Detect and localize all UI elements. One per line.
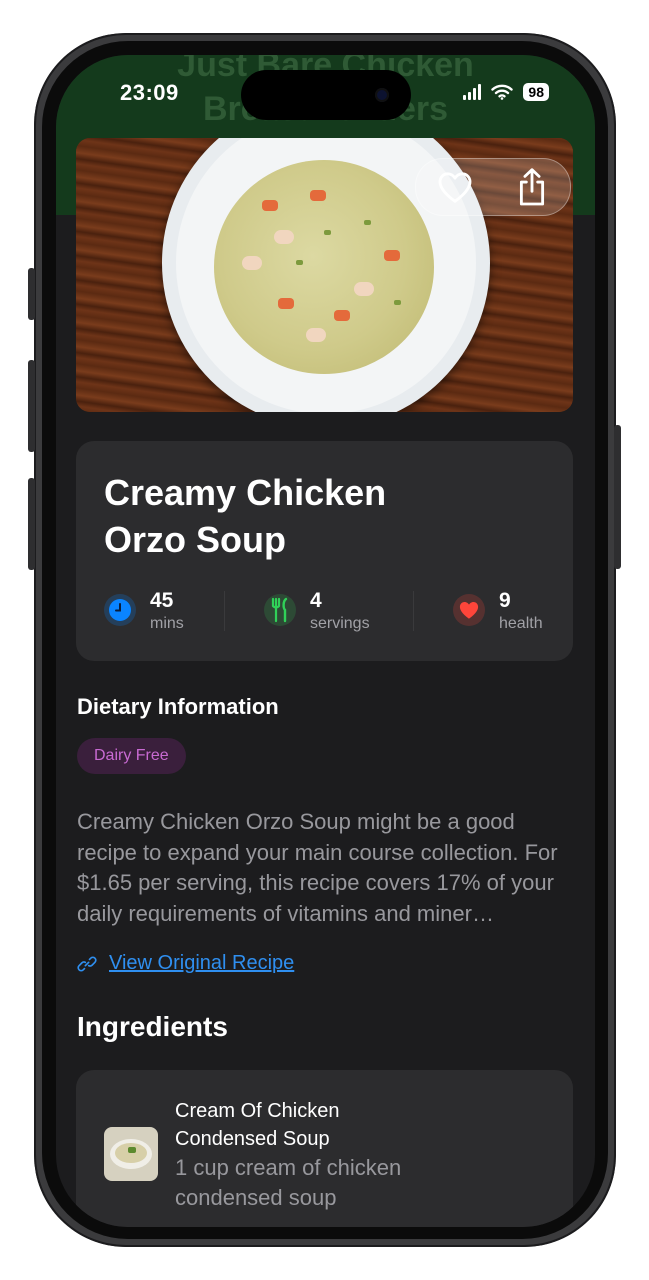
servings-value: 4 bbox=[310, 589, 322, 612]
ingredient-amount: 1 cup cream of chicken condensed soup bbox=[175, 1155, 402, 1210]
fork-knife-icon bbox=[264, 594, 296, 626]
share-icon bbox=[519, 168, 544, 206]
cellular-signal-icon bbox=[463, 84, 482, 100]
heart-outline-icon bbox=[438, 172, 471, 203]
screen: Just Bare Chicken Breast Tenders bbox=[56, 55, 595, 1227]
action-button bbox=[28, 268, 35, 320]
image-actions bbox=[415, 158, 571, 216]
time-unit: mins bbox=[150, 615, 184, 632]
health-unit: health bbox=[499, 615, 543, 632]
view-original-link-label[interactable]: View Original Recipe bbox=[109, 952, 294, 975]
divider bbox=[224, 591, 225, 631]
link-icon bbox=[77, 955, 97, 972]
dynamic-island bbox=[241, 70, 411, 120]
volume-up-button bbox=[28, 360, 35, 452]
clock-icon bbox=[104, 594, 136, 626]
side-button bbox=[614, 425, 621, 569]
battery-icon: 98 bbox=[523, 83, 549, 101]
volume-down-button bbox=[28, 478, 35, 570]
recipe-detail[interactable]: Creamy Chicken Orzo Soup 45 mins 4 servi… bbox=[56, 55, 595, 1227]
stat-health: 9 health bbox=[453, 589, 543, 635]
ingredients-list: Cream Of Chicken Condensed Soup 1 cup cr… bbox=[76, 1070, 573, 1227]
status-time: 23:09 bbox=[120, 80, 179, 105]
servings-unit: servings bbox=[310, 615, 370, 632]
stat-servings: 4 servings bbox=[264, 589, 370, 635]
divider bbox=[413, 591, 414, 631]
favorite-button[interactable] bbox=[433, 165, 477, 209]
time-value: 45 bbox=[150, 589, 174, 612]
recipe-info-card: Creamy Chicken Orzo Soup 45 mins 4 servi… bbox=[76, 441, 573, 661]
dietary-badge: Dairy Free bbox=[77, 738, 186, 774]
wifi-icon bbox=[491, 84, 514, 100]
recipe-stats: 45 mins 4 servings 9 health bbox=[104, 589, 549, 635]
recipe-image bbox=[76, 138, 573, 412]
ingredient-name: Cream Of Chicken Condensed Soup bbox=[175, 1100, 340, 1150]
recipe-summary[interactable]: Creamy Chicken Orzo Soup might be a good… bbox=[77, 807, 577, 929]
stat-time: 45 mins bbox=[104, 589, 184, 635]
heart-icon bbox=[453, 594, 485, 626]
dietary-heading: Dietary Information bbox=[77, 694, 279, 719]
soup bbox=[214, 160, 434, 374]
share-button[interactable] bbox=[510, 165, 554, 209]
recipe-title: Creamy Chicken Orzo Soup bbox=[104, 472, 387, 560]
status-indicators: 98 bbox=[463, 83, 549, 101]
ingredients-heading: Ingredients bbox=[77, 1011, 228, 1042]
view-original-link[interactable]: View Original Recipe bbox=[77, 952, 294, 975]
ingredient-image bbox=[104, 1127, 158, 1181]
health-value: 9 bbox=[499, 589, 511, 612]
